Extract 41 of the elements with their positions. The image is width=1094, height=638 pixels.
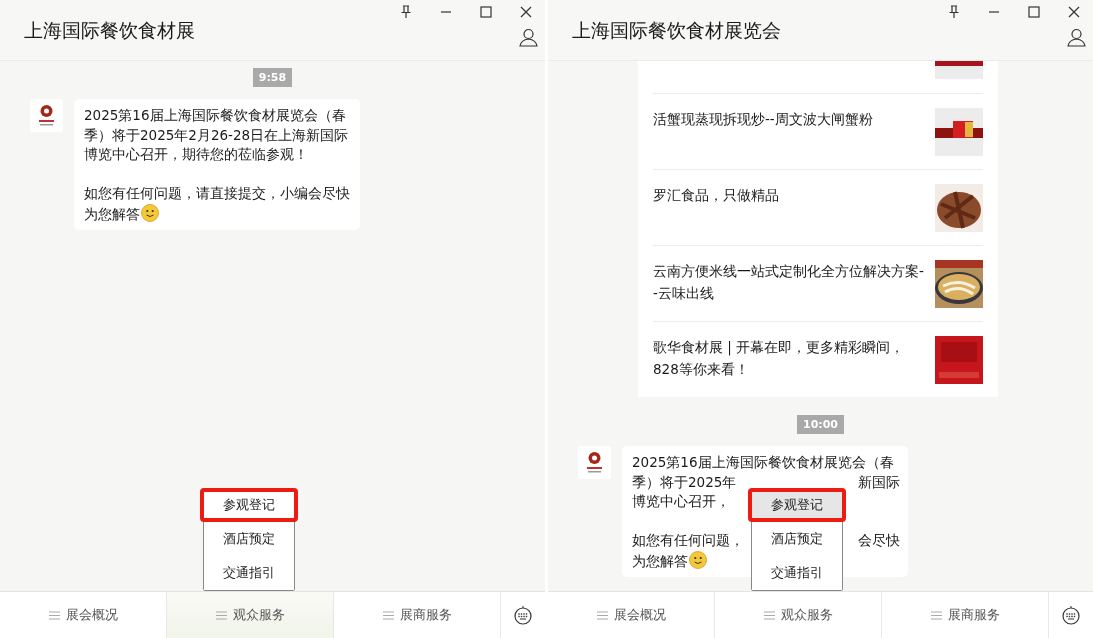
- message-text: 会尽快: [858, 531, 900, 550]
- timestamp: 9:58: [252, 68, 293, 87]
- menu-icon: [215, 610, 227, 620]
- message-text: 2025第16届上海国际餐饮食材展览会（春: [84, 106, 346, 125]
- article-title[interactable]: 罗汇食品，只做精品: [653, 184, 779, 233]
- window-title: 上海国际餐饮食材展: [24, 18, 195, 43]
- message-text: 新国际: [858, 472, 900, 492]
- pin-icon[interactable]: [947, 5, 961, 19]
- smile-emoji-icon: [141, 203, 159, 222]
- pin-icon[interactable]: [399, 5, 413, 19]
- smile-emoji-icon: [689, 550, 707, 569]
- message-text: 为您解答: [632, 550, 707, 570]
- menu-item[interactable]: 参观登记: [200, 488, 298, 522]
- message-text: 为您解答: [84, 203, 159, 223]
- maximize-icon[interactable]: [479, 5, 493, 19]
- menu-icon: [382, 610, 394, 620]
- close-icon[interactable]: [1067, 5, 1081, 19]
- message-text: 季）将于2025年: [632, 472, 737, 492]
- person-icon[interactable]: [519, 28, 538, 47]
- message-text: 2025第16届上海国际餐饮食材展览会（春: [632, 453, 894, 472]
- message-text: 博览中心召开，期待您的莅临参观！: [84, 145, 308, 164]
- logo-avatar: [30, 99, 63, 132]
- message-text: 博览中心召开，: [632, 492, 730, 511]
- menu-tab[interactable]: 观众服务: [167, 592, 334, 638]
- article-title[interactable]: 云南方便米线一站式定制化全方位解决方案--云味出线: [653, 260, 925, 309]
- message-text: 如您有任何问题，请直接提交，小编会尽快: [84, 184, 350, 203]
- maximize-icon[interactable]: [1027, 5, 1041, 19]
- menu-icon: [48, 610, 60, 620]
- article-title[interactable]: 活蟹现蒸现拆现炒--周文波大闸蟹粉: [653, 108, 873, 157]
- menu-icon: [763, 610, 775, 620]
- window-title: 上海国际餐饮食材展览会: [572, 18, 781, 43]
- menu-icon: [596, 610, 608, 620]
- article-title[interactable]: 歌华食材展 | 开幕在即，更多精彩瞬间，828等你来看！: [653, 336, 925, 385]
- message-text: 如您有任何问题，: [632, 531, 744, 550]
- timestamp: 10:00: [797, 415, 844, 434]
- logo-avatar: [578, 446, 611, 479]
- message-text: 季）将于2025年2月26-28日在上海新国际: [84, 125, 349, 145]
- person-icon[interactable]: [1067, 28, 1086, 47]
- menu-icon: [930, 610, 942, 620]
- menu-item[interactable]: 参观登记: [748, 488, 846, 522]
- close-icon[interactable]: [519, 5, 533, 19]
